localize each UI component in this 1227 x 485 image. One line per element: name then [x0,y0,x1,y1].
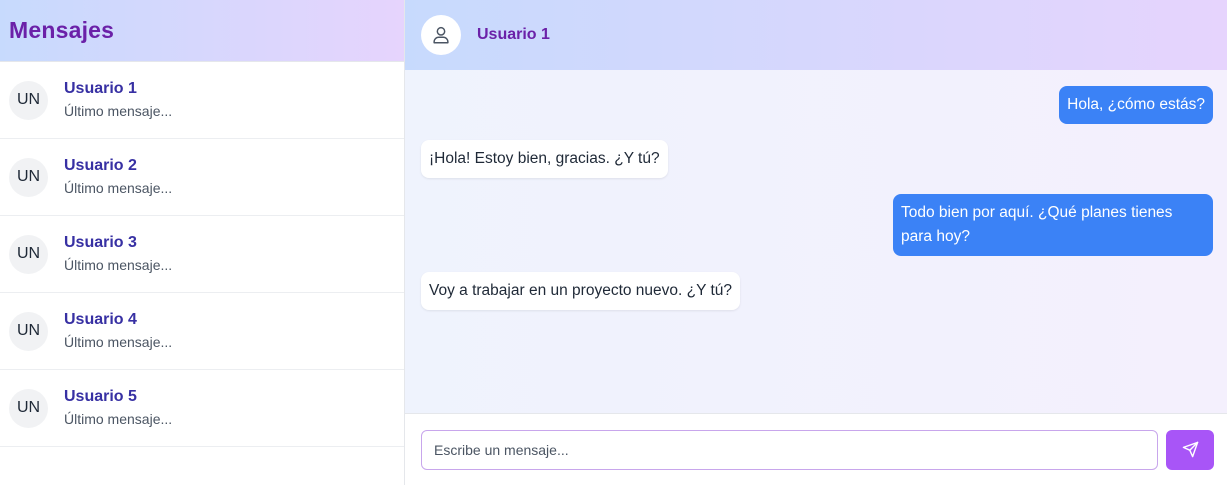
avatar: UN [9,388,48,428]
contact-item-3[interactable]: UN Usuario 3 Último mensaje... [0,216,404,293]
chat-header: Usuario 1 [405,0,1227,70]
avatar: UN [9,157,48,197]
contact-preview: Último mensaje... [64,257,173,273]
chat-panel: Usuario 1 Hola, ¿cómo estás? ¡Hola! Esto… [405,0,1227,485]
message-sent: Hola, ¿cómo estás? [1059,86,1213,124]
contact-preview: Último mensaje... [64,334,173,350]
contact-text: Usuario 3 Último mensaje... [64,233,172,275]
user-icon [433,26,449,44]
contact-text: Usuario 4 Último mensaje... [64,310,172,352]
contact-name: Usuario 3 [64,234,137,251]
contact-text: Usuario 1 Último mensaje... [64,79,172,121]
contact-name: Usuario 4 [64,311,137,328]
chat-contact-name: Usuario 1 [477,26,550,43]
avatar: UN [9,234,48,274]
contact-item-4[interactable]: UN Usuario 4 Último mensaje... [0,293,404,370]
header-avatar[interactable] [421,15,461,55]
message-received: Voy a trabajar en un proyecto nuevo. ¿Y … [421,272,741,310]
message-list: Hola, ¿cómo estás? ¡Hola! Estoy bien, gr… [405,70,1227,413]
sidebar: Mensajes UN Usuario 1 Último mensaje... … [0,0,405,485]
message-input[interactable] [421,429,1158,470]
sidebar-title: Mensajes [9,17,115,43]
contact-item-1[interactable]: UN Usuario 1 Último mensaje... [0,62,404,139]
sidebar-header: Mensajes [0,0,404,62]
message-sent: Todo bien por aquí. ¿Qué planes tienes p… [893,194,1213,256]
contact-preview: Último mensaje... [64,180,173,196]
contact-text: Usuario 5 Último mensaje... [64,387,172,429]
messaging-app: Mensajes UN Usuario 1 Último mensaje... … [0,0,1227,485]
send-icon [1182,441,1198,458]
contact-name: Usuario 2 [64,157,137,174]
contact-name: Usuario 5 [64,388,137,405]
message-received: ¡Hola! Estoy bien, gracias. ¿Y tú? [421,140,668,178]
contact-preview: Último mensaje... [64,411,173,427]
avatar: UN [9,311,48,351]
composer [405,413,1227,485]
contact-item-2[interactable]: UN Usuario 2 Último mensaje... [0,139,404,216]
contact-text: Usuario 2 Último mensaje... [64,156,172,198]
contact-preview: Último mensaje... [64,103,173,119]
avatar: UN [9,80,48,120]
contact-item-5[interactable]: UN Usuario 5 Último mensaje... [0,370,404,447]
send-button[interactable] [1166,429,1214,470]
contact-name: Usuario 1 [64,80,137,97]
